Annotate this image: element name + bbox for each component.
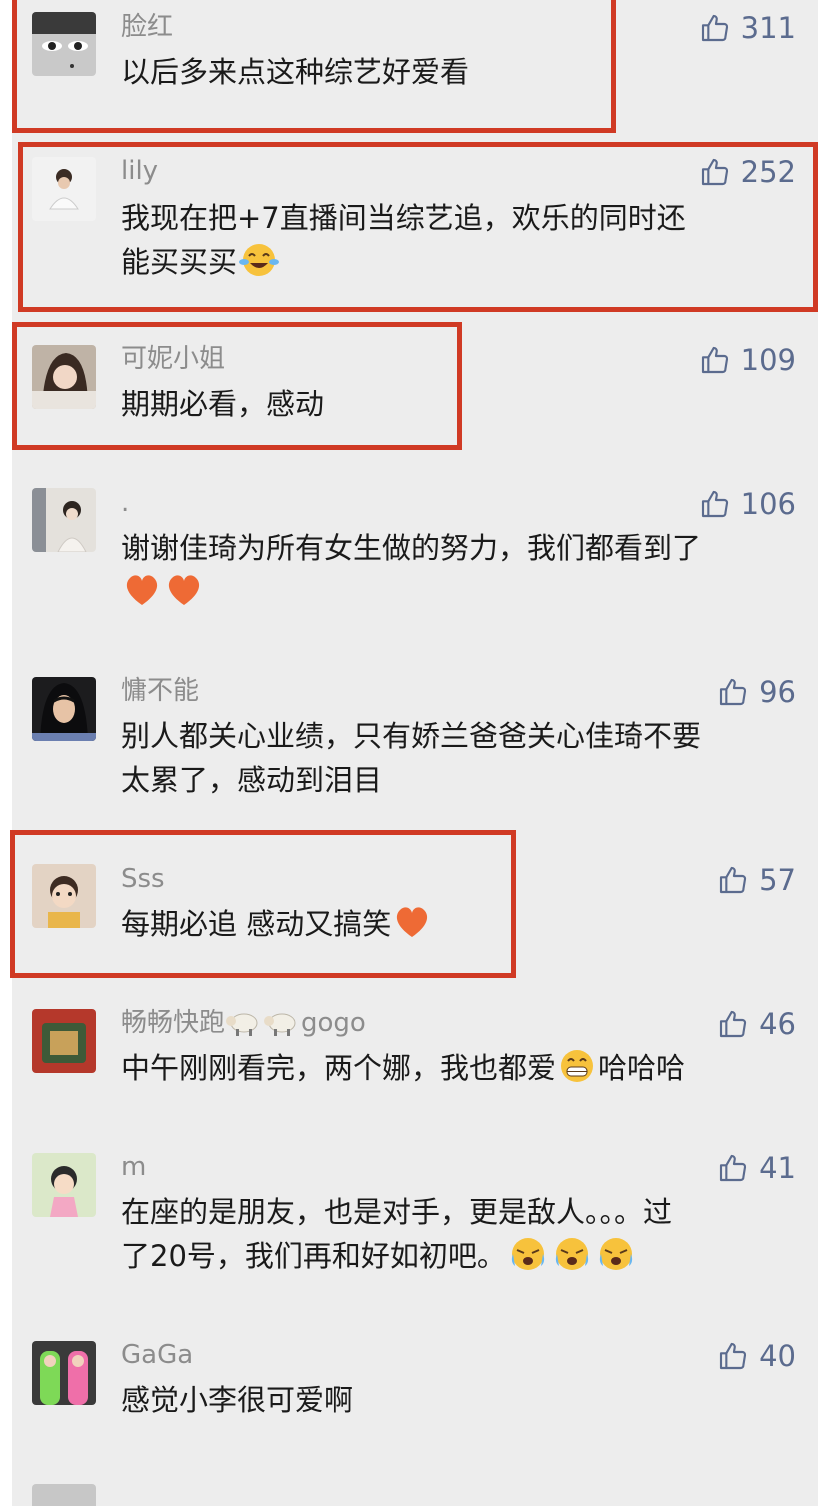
sheep-emoji xyxy=(226,1009,262,1044)
avatar[interactable] xyxy=(32,1153,96,1217)
like-button[interactable]: 46 xyxy=(717,1008,796,1040)
crying-emoji xyxy=(551,1236,593,1284)
avatar[interactable] xyxy=(32,677,96,741)
avatar[interactable] xyxy=(32,1341,96,1405)
like-count: 106 xyxy=(740,487,796,521)
thumbs-up-icon xyxy=(701,490,728,518)
username[interactable]: 畅畅快跑 gogo xyxy=(121,1008,366,1044)
sheep-emoji xyxy=(264,1009,300,1044)
heart-emoji xyxy=(392,904,432,952)
avatar[interactable] xyxy=(32,345,96,409)
thumbs-up-icon xyxy=(720,866,747,894)
crying-emoji xyxy=(507,1236,549,1284)
like-count: 311 xyxy=(740,11,796,45)
comment-text: 在座的是朋友，也是对手，更是敌人。。。过 了20号，我们再和好如初吧。 xyxy=(121,1190,801,1284)
crying-emoji xyxy=(595,1236,637,1284)
thumbs-up-icon xyxy=(701,158,728,186)
comment-text: 每期必追 感动又搞笑 xyxy=(121,902,801,952)
like-button[interactable]: 252 xyxy=(699,156,796,188)
like-button[interactable]: 109 xyxy=(699,344,796,376)
heart-emoji xyxy=(122,572,162,620)
comment-list-screenshot: 脸红 以后多来点这种综艺好爱看 311 lily 我现在把+7直播间当综艺追，欢… xyxy=(0,0,828,1506)
thumbs-up-icon xyxy=(720,678,747,706)
like-count: 96 xyxy=(759,675,796,709)
username[interactable]: GaGa xyxy=(121,1340,193,1370)
comment-text: 期期必看，感动 xyxy=(121,387,325,421)
like-count: 252 xyxy=(740,155,796,189)
avatar[interactable] xyxy=(32,12,96,76)
username[interactable]: Sss xyxy=(121,864,165,894)
like-count: 41 xyxy=(759,1151,796,1185)
comment-text: 别人都关心业绩，只有娇兰爸爸关心佳琦不要 太累了，感动到泪目 xyxy=(121,719,702,797)
username[interactable]: m xyxy=(121,1152,146,1182)
thumbs-up-icon xyxy=(720,1342,747,1370)
like-button[interactable]: 40 xyxy=(717,1340,796,1372)
thumbs-up-icon xyxy=(720,1010,747,1038)
avatar[interactable] xyxy=(32,488,96,552)
username[interactable]: . xyxy=(121,488,129,518)
username[interactable]: lily xyxy=(121,156,158,186)
comment-text: 中午刚刚看完，两个娜，我也都爱 哈哈哈 xyxy=(121,1046,801,1096)
username[interactable]: 脸红 xyxy=(121,12,173,42)
next-comment-partial xyxy=(12,1478,818,1506)
username[interactable]: 可妮小姐 xyxy=(121,344,225,374)
grin-emoji xyxy=(557,1048,597,1096)
like-button[interactable]: 106 xyxy=(699,488,796,520)
avatar[interactable] xyxy=(32,1484,96,1506)
thumbs-up-icon xyxy=(720,1154,747,1182)
username[interactable]: 慵不能 xyxy=(121,676,199,706)
like-button[interactable]: 57 xyxy=(717,864,796,896)
like-button[interactable]: 96 xyxy=(717,676,796,708)
thumbs-up-icon xyxy=(701,346,728,374)
comment-text: 以后多来点这种综艺好爱看 xyxy=(121,55,470,89)
comment-text: 谢谢佳琦为所有女生做的努力，我们都看到了 xyxy=(121,526,801,620)
like-count: 40 xyxy=(759,1339,796,1373)
comment-text: 感觉小李很可爱啊 xyxy=(121,1383,354,1417)
like-button[interactable]: 311 xyxy=(699,12,796,44)
like-count: 46 xyxy=(759,1007,796,1041)
like-count: 109 xyxy=(740,343,796,377)
avatar[interactable] xyxy=(32,864,96,928)
thumbs-up-icon xyxy=(701,14,728,42)
like-count: 57 xyxy=(759,863,796,897)
avatar[interactable] xyxy=(32,1009,96,1073)
heart-emoji xyxy=(164,572,204,620)
avatar[interactable] xyxy=(32,157,96,221)
comment-text: 我现在把+7直播间当综艺追，欢乐的同时还 能买买买 xyxy=(121,196,801,290)
tears-of-joy-emoji xyxy=(238,242,280,290)
like-button[interactable]: 41 xyxy=(717,1152,796,1184)
